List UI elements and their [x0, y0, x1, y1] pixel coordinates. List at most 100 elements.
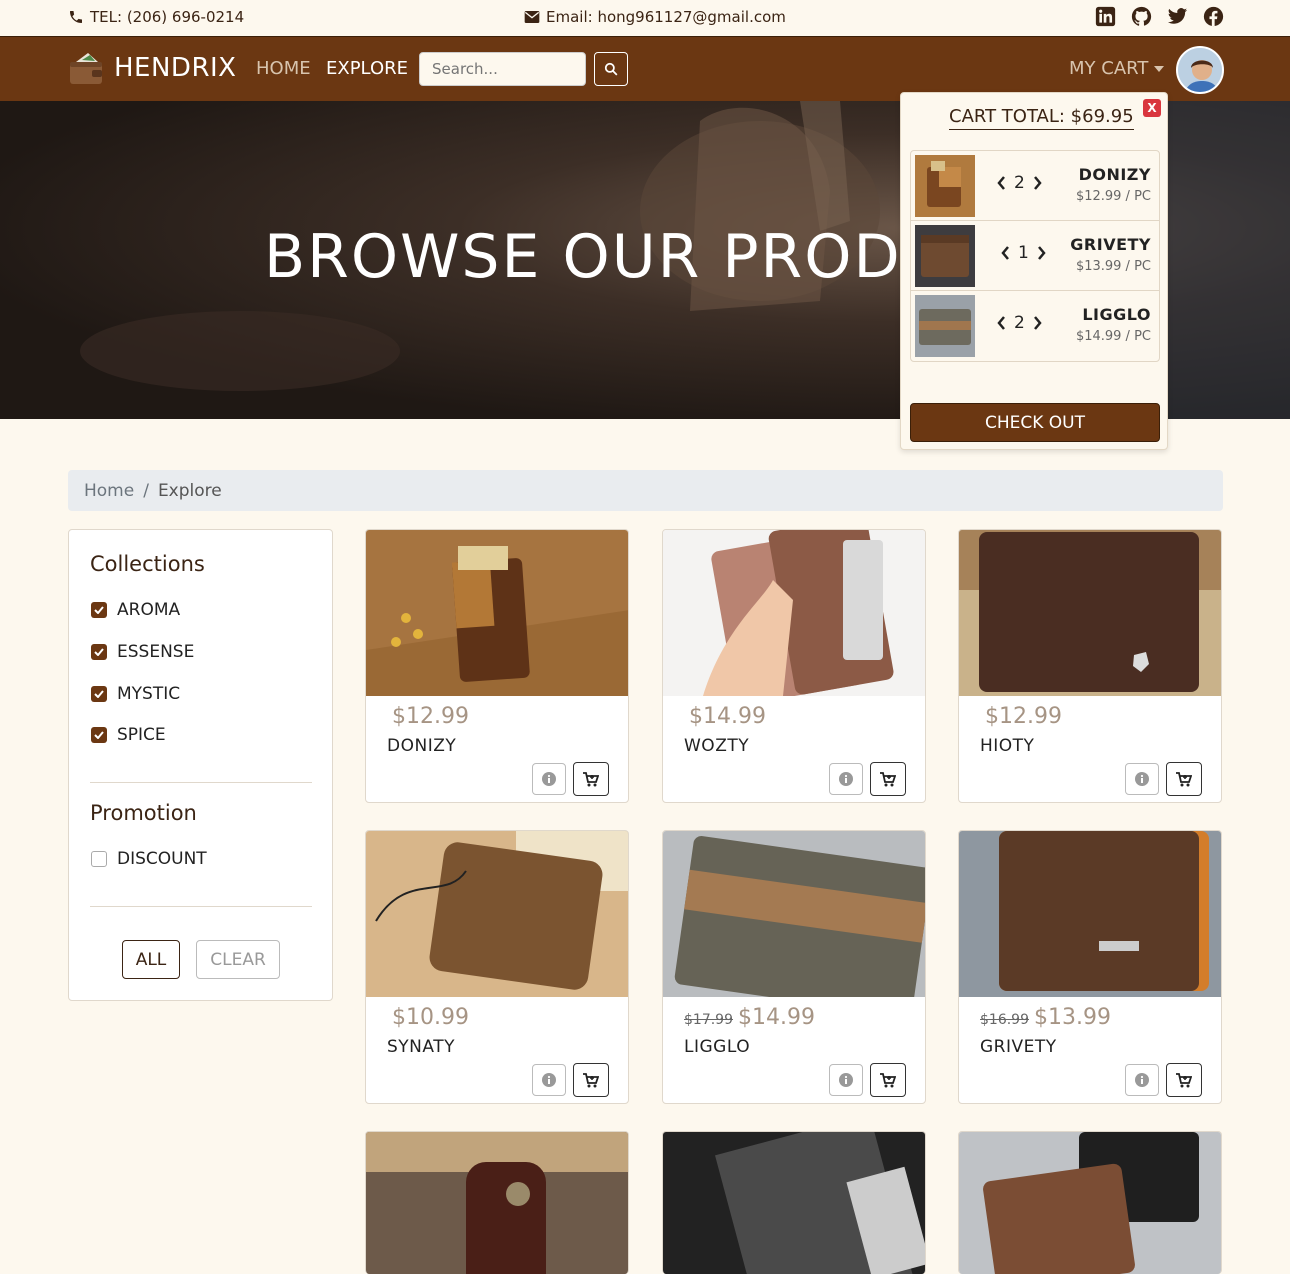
social-links [1095, 6, 1224, 27]
product-image [959, 530, 1221, 696]
chevron-right-icon[interactable] [1033, 176, 1042, 190]
cart-plus-icon [880, 1072, 896, 1087]
wallet-logo-icon [70, 53, 102, 84]
chevron-left-icon[interactable] [997, 176, 1006, 190]
contact-email: Email: hong961127@gmail.com [524, 8, 786, 26]
quantity-stepper: 2 [997, 173, 1042, 193]
checkbox-checked[interactable] [91, 727, 107, 743]
check-icon [94, 731, 104, 739]
nav-home[interactable]: HOME [256, 58, 311, 79]
add-to-cart-button[interactable] [870, 1063, 906, 1097]
filter-label: AROMA [117, 600, 181, 620]
chevron-left-icon[interactable] [1001, 246, 1010, 260]
collections-heading: Collections [90, 552, 205, 576]
filter-discount[interactable]: DISCOUNT [91, 849, 207, 869]
filter-mystic[interactable]: MYSTIC [91, 684, 180, 704]
my-cart-dropdown[interactable]: MY CART [1069, 58, 1165, 79]
product-info-button[interactable] [1125, 763, 1159, 795]
contact-phone: TEL: (206) 696-0214 [68, 8, 244, 26]
info-icon [839, 1073, 853, 1087]
chevron-right-icon[interactable] [1037, 246, 1046, 260]
current-price: $10.99 [392, 1005, 469, 1030]
add-to-cart-button[interactable] [1166, 1063, 1202, 1097]
cart-item-thumbnail [915, 295, 975, 357]
cart-item-price: $12.99 / PC [1075, 189, 1151, 204]
checkbox-checked[interactable] [91, 602, 107, 618]
product-image [663, 530, 925, 696]
product-card: $16.99 $13.99 GRIVETY [958, 830, 1222, 1104]
cart-item: 1 GRIVETY $13.99 / PC [911, 221, 1159, 291]
original-price: $17.99 [684, 1012, 733, 1028]
add-to-cart-button[interactable] [1166, 762, 1202, 796]
user-avatar[interactable] [1176, 46, 1224, 94]
filter-sidebar: Collections AROMA ESSENSE MYSTIC SPICE P… [68, 529, 333, 1001]
product-info-button[interactable] [532, 1064, 566, 1096]
cart-item-name: LIGGLO [1082, 305, 1151, 324]
add-to-cart-button[interactable] [870, 762, 906, 796]
quantity-value: 2 [1014, 173, 1025, 193]
add-to-cart-button[interactable] [573, 1063, 609, 1097]
product-card: $10.99 SYNATY [365, 830, 629, 1104]
hero-title: BROWSE OUR PRODU [264, 222, 948, 292]
product-price: $10.99 [387, 1005, 469, 1030]
cart-item-name: GRIVETY [1070, 235, 1151, 254]
breadcrumb-home[interactable]: Home [84, 481, 134, 501]
product-name: GRIVETY [980, 1037, 1057, 1057]
cart-item-thumbnail [915, 155, 975, 217]
product-image [663, 831, 925, 997]
brand-logo[interactable]: HENDRIX [68, 50, 237, 86]
product-card: $12.99 HIOTY [958, 529, 1222, 803]
facebook-icon[interactable] [1203, 6, 1224, 27]
checkbox-checked[interactable] [91, 644, 107, 660]
chevron-right-icon[interactable] [1033, 316, 1042, 330]
product-card: $14.99 WOZTY [662, 529, 926, 803]
email-text: Email: hong961127@gmail.com [546, 8, 786, 26]
checkbox-unchecked[interactable] [91, 851, 107, 867]
product-image [366, 1132, 628, 1274]
search-icon [604, 62, 618, 76]
avatar-image [1178, 48, 1222, 92]
select-all-button[interactable]: ALL [122, 940, 180, 979]
quantity-stepper: 1 [1001, 243, 1046, 263]
product-price: $12.99 [980, 704, 1062, 729]
product-image [959, 1132, 1221, 1274]
breadcrumb-separator: / [143, 480, 149, 501]
phone-text: TEL: (206) 696-0214 [90, 8, 245, 26]
product-name: SYNATY [387, 1037, 455, 1057]
checkout-button[interactable]: CHECK OUT [910, 403, 1160, 442]
cart-item-thumbnail [915, 225, 975, 287]
search-button[interactable] [594, 52, 628, 86]
quantity-value: 2 [1014, 313, 1025, 333]
product-info-button[interactable] [829, 1064, 863, 1096]
filter-aroma[interactable]: AROMA [91, 600, 180, 620]
product-info-button[interactable] [1125, 1064, 1159, 1096]
linkedin-icon[interactable] [1095, 6, 1116, 27]
cart-plus-icon [880, 771, 896, 786]
github-icon[interactable] [1131, 6, 1152, 27]
caret-down-icon [1154, 65, 1165, 72]
cart-close-button[interactable]: X [1143, 99, 1161, 117]
phone-icon [70, 11, 82, 23]
product-price: $17.99 $14.99 [684, 1005, 815, 1030]
cart-plus-icon [583, 771, 599, 786]
product-card [365, 1131, 629, 1274]
info-icon [839, 772, 853, 786]
original-price: $16.99 [980, 1012, 1029, 1028]
filter-spice[interactable]: SPICE [91, 725, 166, 745]
product-price: $12.99 [387, 704, 469, 729]
search-input[interactable] [419, 52, 586, 86]
twitter-icon[interactable] [1167, 6, 1188, 27]
chevron-left-icon[interactable] [997, 316, 1006, 330]
product-info-button[interactable] [532, 763, 566, 795]
nav-explore[interactable]: EXPLORE [326, 58, 408, 79]
filter-essense[interactable]: ESSENSE [91, 642, 194, 662]
product-card: $12.99 DONIZY [365, 529, 629, 803]
add-to-cart-button[interactable] [573, 762, 609, 796]
clear-filters-button[interactable]: CLEAR [196, 940, 280, 979]
cart-item: 2 LIGGLO $14.99 / PC [911, 291, 1159, 361]
product-price: $14.99 [684, 704, 766, 729]
checkbox-checked[interactable] [91, 686, 107, 702]
breadcrumb: Home / Explore [68, 470, 1223, 511]
product-info-button[interactable] [829, 763, 863, 795]
info-icon [542, 1073, 556, 1087]
